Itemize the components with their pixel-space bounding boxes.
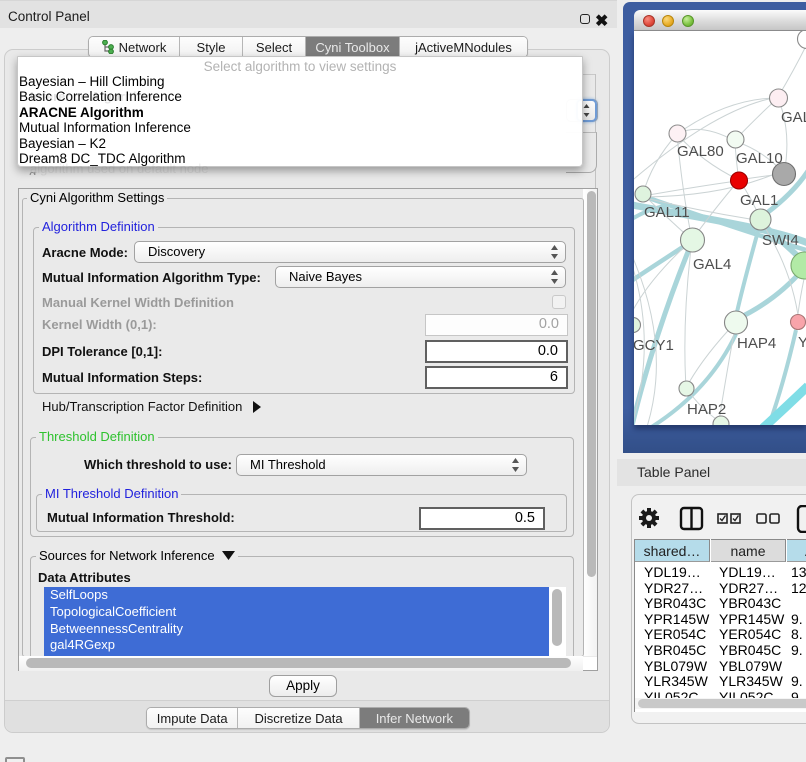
svg-text:GAL11: GAL11 [644, 204, 690, 221]
svg-text:GCY1: GCY1 [634, 337, 674, 354]
svg-text:HAP2: HAP2 [687, 401, 726, 418]
svg-text:SWI4: SWI4 [762, 232, 799, 249]
svg-text:GAL1: GAL1 [740, 192, 778, 209]
svg-text:YEL: YEL [798, 334, 806, 351]
svg-text:GAL80: GAL80 [677, 143, 724, 160]
svg-text:GAL7: GAL7 [781, 109, 806, 126]
svg-text:GAL10: GAL10 [736, 150, 783, 167]
svg-text:GAL4: GAL4 [693, 256, 731, 273]
svg-text:HAP4: HAP4 [737, 335, 776, 352]
